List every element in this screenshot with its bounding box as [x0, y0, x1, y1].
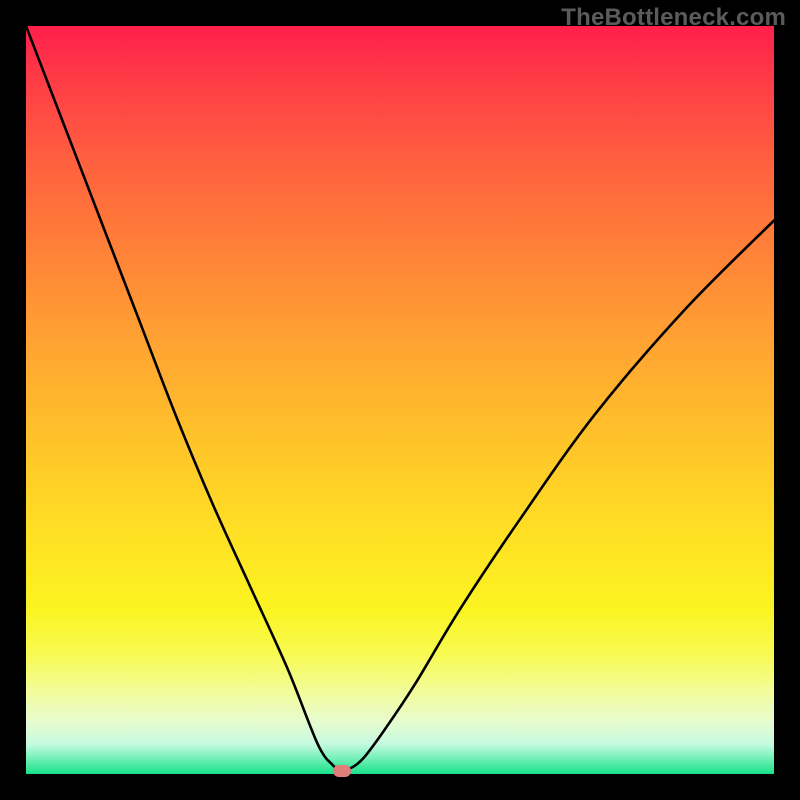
watermark-text: TheBottleneck.com [561, 4, 786, 32]
bottleneck-curve [26, 26, 774, 770]
chart-frame: TheBottleneck.com [0, 0, 800, 800]
minimum-marker [333, 765, 351, 777]
curve-svg [26, 26, 774, 774]
plot-area [26, 26, 774, 774]
